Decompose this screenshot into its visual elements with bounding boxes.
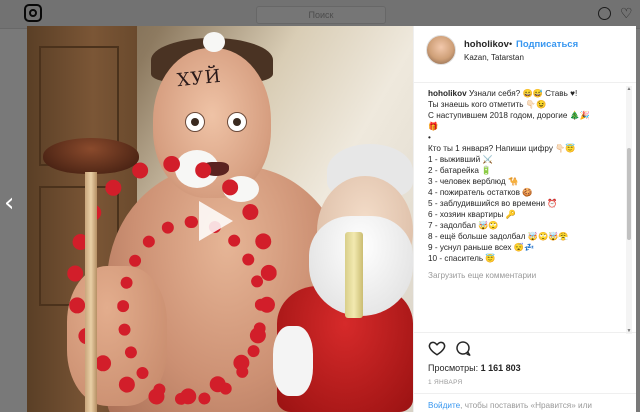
caption-line: Кто ты 1 января? Напиши цифру 👇🏻😇 (428, 144, 576, 153)
separator-dot: • (509, 39, 513, 49)
login-prompt: Войдите, чтобы поставить «Нравится» или … (414, 393, 636, 412)
post-side-panel: hoholikov • Подписаться Kazan, Tatarstan… (413, 26, 636, 412)
load-more-comments-link[interactable]: Загрузить еще комментарии (428, 270, 624, 281)
post-actions: Просмотры: 1 161 803 1 ЯНВАРЯ Войдите, ч… (414, 332, 636, 412)
post-modal: ХУЙ hoholikov • Подписаться Kazan, Tatar… (27, 26, 636, 412)
post-header: hoholikov • Подписаться Kazan, Tatarstan (414, 26, 636, 83)
caption-line: С наступившем 2018 годом, дорогие 🎄🎉 (428, 111, 591, 120)
caption-line: 3 - человек верблюд 🐪 (428, 177, 519, 186)
views-count: 1 161 803 (480, 363, 521, 373)
shaving-foam (203, 32, 225, 52)
person-eye (227, 112, 247, 132)
avatar[interactable] (426, 35, 456, 65)
follow-button[interactable]: Подписаться (516, 39, 578, 50)
caption-line: 9 - уснул раньше всех 😴💤 (428, 243, 535, 252)
comment-bubble-icon[interactable] (454, 339, 472, 357)
plunger-handle (85, 172, 97, 412)
caption-line: • (428, 133, 431, 142)
post-author-username[interactable]: hoholikov (464, 39, 509, 50)
caption-line: 10 - спаситель 😇 (428, 254, 496, 263)
caption-line: 6 - хозяин квартиры 🔑 (428, 210, 516, 219)
caption-line: 2 - батарейка 🔋 (428, 166, 492, 175)
person-eye (185, 112, 205, 132)
heart-outline-icon[interactable] (428, 339, 446, 357)
santa-doll-scroll (345, 232, 363, 318)
santa-doll-trim (273, 326, 313, 396)
caption-line: hoholikov Узнали себя? 😄😅 Ставь ♥! (428, 88, 624, 99)
caption-text: Узнали себя? 😄😅 Ставь ♥! (468, 89, 578, 98)
post-video[interactable]: ХУЙ (27, 26, 413, 412)
caption-username[interactable]: hoholikov (428, 89, 467, 98)
caption-line: 4 - пожиратель остатков 🍪 (428, 188, 533, 197)
post-date: 1 ЯНВАРЯ (428, 379, 463, 386)
caption-line: 5 - заблудившийся во времени ⏰ (428, 199, 558, 208)
views-label: Просмотры: (428, 363, 479, 373)
post-location-link[interactable]: Kazan, Tatarstan (464, 53, 524, 62)
caption-line: 7 - задолбал 🤯🙄 (428, 221, 499, 230)
red-tinsel (117, 216, 267, 406)
scrollbar-thumb[interactable] (627, 148, 631, 240)
caption-and-comments: hoholikov Узнали себя? 😄😅 Ставь ♥! Ты зн… (428, 88, 624, 328)
caption-line: 1 - выживший ⚔️ (428, 155, 493, 164)
plunger-cup (43, 138, 139, 174)
caption-line: 🎁 (428, 122, 439, 131)
comments-scrollbar[interactable]: ▲ ▼ (626, 86, 632, 334)
play-icon[interactable] (199, 201, 233, 241)
views-counter: Просмотры: 1 161 803 (428, 363, 521, 373)
caption-line: Ты знаешь кого отметить 👇🏻😉 (428, 100, 547, 109)
scroll-up-arrow-icon[interactable]: ▲ (626, 86, 632, 92)
login-link[interactable]: Войдите (428, 401, 460, 410)
previous-post-arrow-icon[interactable]: ‹ (4, 190, 14, 216)
caption-line: 8 - ещё больше задолбал 🤯🙄🤯😤 (428, 232, 569, 241)
